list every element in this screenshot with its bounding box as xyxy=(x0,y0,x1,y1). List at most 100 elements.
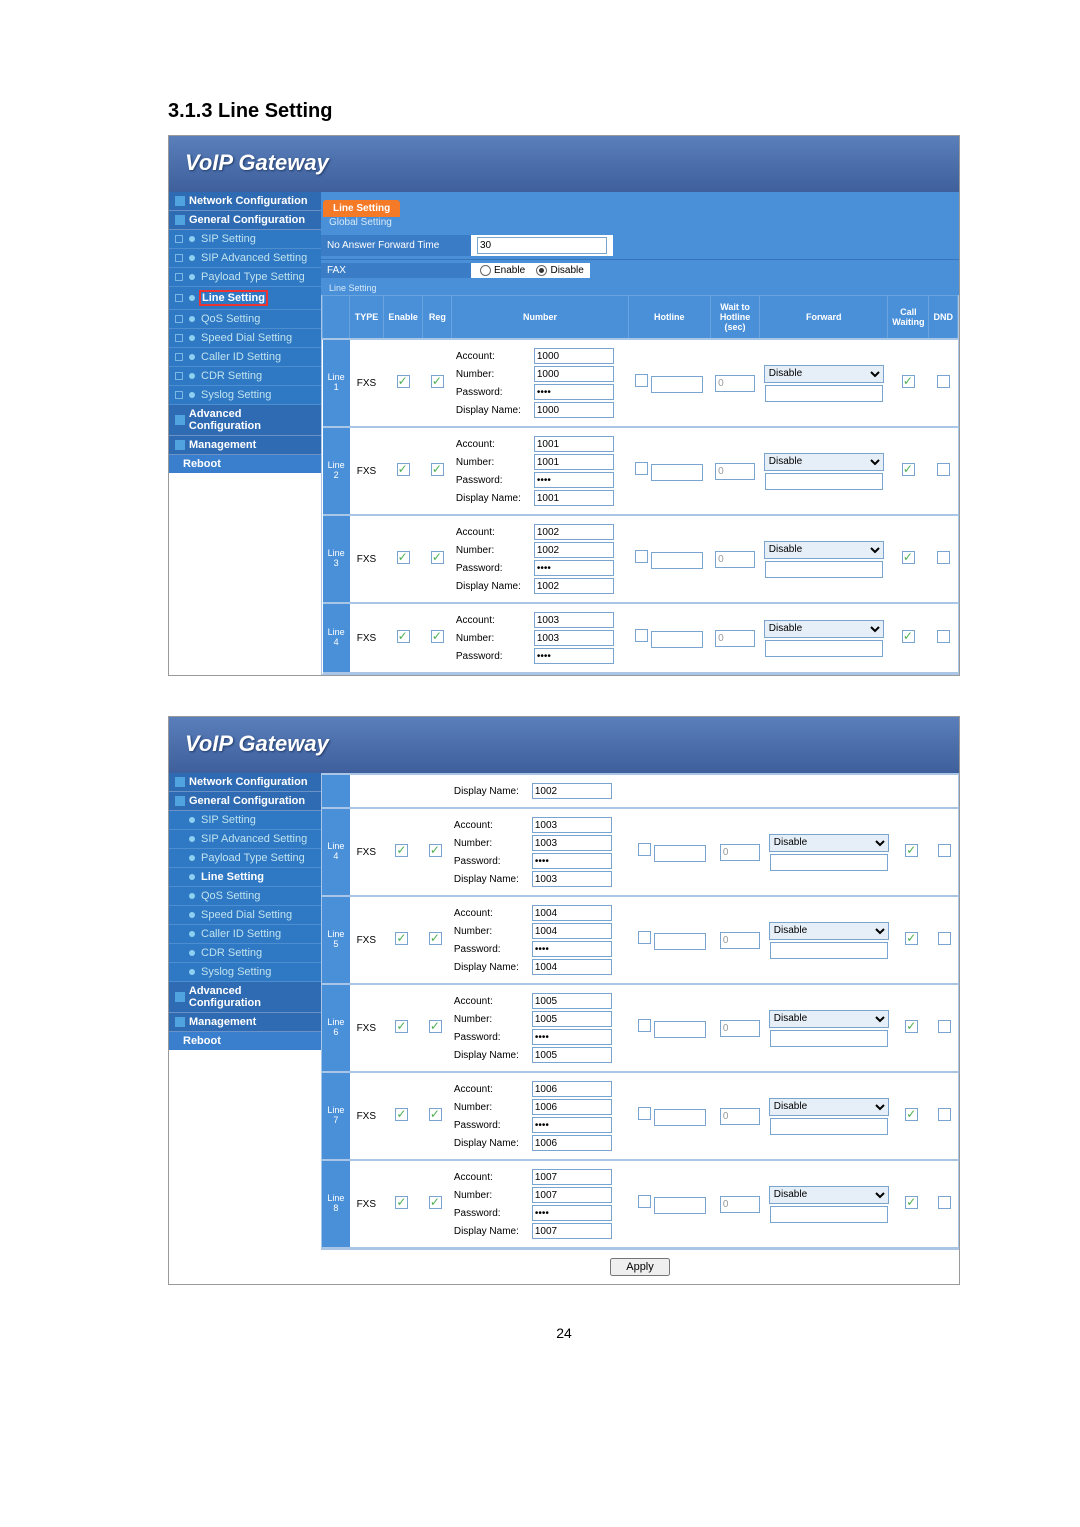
forward-select[interactable]: Disable xyxy=(769,922,889,940)
checkbox-icon[interactable] xyxy=(638,1195,651,1208)
hotline-input[interactable] xyxy=(651,376,703,393)
account-input[interactable] xyxy=(532,817,612,833)
forward-number-input[interactable] xyxy=(765,385,883,402)
checkbox-icon[interactable] xyxy=(638,843,651,856)
checkbox-icon[interactable] xyxy=(397,463,410,476)
checkbox-icon[interactable] xyxy=(905,1108,918,1121)
nav-speed-dial[interactable]: Speed Dial Setting xyxy=(169,906,321,925)
nav-line-setting[interactable]: Line Setting xyxy=(169,287,321,310)
checkbox-icon[interactable] xyxy=(397,375,410,388)
checkbox-icon[interactable] xyxy=(429,1196,442,1209)
wait-input[interactable] xyxy=(715,463,755,480)
checkbox-icon[interactable] xyxy=(938,932,951,945)
nav-network[interactable]: Network Configuration xyxy=(169,192,321,211)
wait-input[interactable] xyxy=(715,375,755,392)
forward-select[interactable]: Disable xyxy=(769,834,889,852)
nav-sip[interactable]: SIP Setting xyxy=(169,230,321,249)
account-input[interactable] xyxy=(532,1081,612,1097)
password-input[interactable] xyxy=(532,1117,612,1133)
checkbox-icon[interactable] xyxy=(635,629,648,642)
account-input[interactable] xyxy=(532,993,612,1009)
display-input[interactable] xyxy=(532,959,612,975)
wait-input[interactable] xyxy=(720,844,760,861)
forward-select[interactable]: Disable xyxy=(764,453,884,471)
display-input[interactable] xyxy=(532,783,612,799)
display-input[interactable] xyxy=(532,1135,612,1151)
checkbox-icon[interactable] xyxy=(397,551,410,564)
password-input[interactable] xyxy=(532,853,612,869)
password-input[interactable] xyxy=(534,384,614,400)
number-input[interactable] xyxy=(534,366,614,382)
nav-caller-id[interactable]: Caller ID Setting xyxy=(169,925,321,944)
checkbox-icon[interactable] xyxy=(902,551,915,564)
fax-enable-radio[interactable] xyxy=(480,265,491,276)
hotline-input[interactable] xyxy=(651,552,703,569)
checkbox-icon[interactable] xyxy=(395,932,408,945)
forward-number-input[interactable] xyxy=(765,561,883,578)
checkbox-icon[interactable] xyxy=(905,1020,918,1033)
checkbox-icon[interactable] xyxy=(638,931,651,944)
nav-general[interactable]: General Configuration xyxy=(169,211,321,230)
hotline-input[interactable] xyxy=(651,464,703,481)
checkbox-icon[interactable] xyxy=(937,630,950,643)
display-input[interactable] xyxy=(532,871,612,887)
fax-disable-radio[interactable] xyxy=(536,265,547,276)
password-input[interactable] xyxy=(534,648,614,664)
forward-number-input[interactable] xyxy=(770,942,888,959)
nav-speed-dial[interactable]: Speed Dial Setting xyxy=(169,329,321,348)
account-input[interactable] xyxy=(534,348,614,364)
number-input[interactable] xyxy=(534,630,614,646)
checkbox-icon[interactable] xyxy=(395,1020,408,1033)
wait-input[interactable] xyxy=(720,1020,760,1037)
checkbox-icon[interactable] xyxy=(429,844,442,857)
display-input[interactable] xyxy=(532,1223,612,1239)
forward-number-input[interactable] xyxy=(770,854,888,871)
nav-cdr[interactable]: CDR Setting xyxy=(169,367,321,386)
nav-line-setting[interactable]: Line Setting xyxy=(169,868,321,887)
forward-select[interactable]: Disable xyxy=(769,1010,889,1028)
hotline-input[interactable] xyxy=(651,631,703,648)
checkbox-icon[interactable] xyxy=(431,375,444,388)
checkbox-icon[interactable] xyxy=(938,844,951,857)
number-input[interactable] xyxy=(534,454,614,470)
noanswer-input[interactable] xyxy=(477,237,607,254)
nav-syslog[interactable]: Syslog Setting xyxy=(169,963,321,982)
forward-number-input[interactable] xyxy=(765,640,883,657)
hotline-input[interactable] xyxy=(654,1109,706,1126)
forward-number-input[interactable] xyxy=(770,1118,888,1135)
hotline-input[interactable] xyxy=(654,1021,706,1038)
account-input[interactable] xyxy=(532,905,612,921)
hotline-input[interactable] xyxy=(654,845,706,862)
forward-select[interactable]: Disable xyxy=(769,1098,889,1116)
hotline-input[interactable] xyxy=(654,933,706,950)
nav-management[interactable]: Management xyxy=(169,436,321,455)
password-input[interactable] xyxy=(532,941,612,957)
nav-payload[interactable]: Payload Type Setting xyxy=(169,268,321,287)
nav-caller-id[interactable]: Caller ID Setting xyxy=(169,348,321,367)
number-input[interactable] xyxy=(532,1187,612,1203)
number-input[interactable] xyxy=(532,1011,612,1027)
checkbox-icon[interactable] xyxy=(938,1020,951,1033)
checkbox-icon[interactable] xyxy=(905,844,918,857)
account-input[interactable] xyxy=(532,1169,612,1185)
nav-network[interactable]: Network Configuration xyxy=(169,773,321,792)
display-input[interactable] xyxy=(532,1047,612,1063)
checkbox-icon[interactable] xyxy=(905,932,918,945)
display-input[interactable] xyxy=(534,402,614,418)
account-input[interactable] xyxy=(534,436,614,452)
checkbox-icon[interactable] xyxy=(937,375,950,388)
display-input[interactable] xyxy=(534,490,614,506)
checkbox-icon[interactable] xyxy=(937,551,950,564)
checkbox-icon[interactable] xyxy=(638,1019,651,1032)
checkbox-icon[interactable] xyxy=(397,630,410,643)
tab-line-setting[interactable]: Line Setting xyxy=(323,200,400,217)
nav-sip-advanced[interactable]: SIP Advanced Setting xyxy=(169,249,321,268)
checkbox-icon[interactable] xyxy=(905,1196,918,1209)
password-input[interactable] xyxy=(532,1205,612,1221)
number-input[interactable] xyxy=(532,1099,612,1115)
checkbox-icon[interactable] xyxy=(431,630,444,643)
checkbox-icon[interactable] xyxy=(429,932,442,945)
nav-payload[interactable]: Payload Type Setting xyxy=(169,849,321,868)
checkbox-icon[interactable] xyxy=(431,551,444,564)
checkbox-icon[interactable] xyxy=(395,844,408,857)
